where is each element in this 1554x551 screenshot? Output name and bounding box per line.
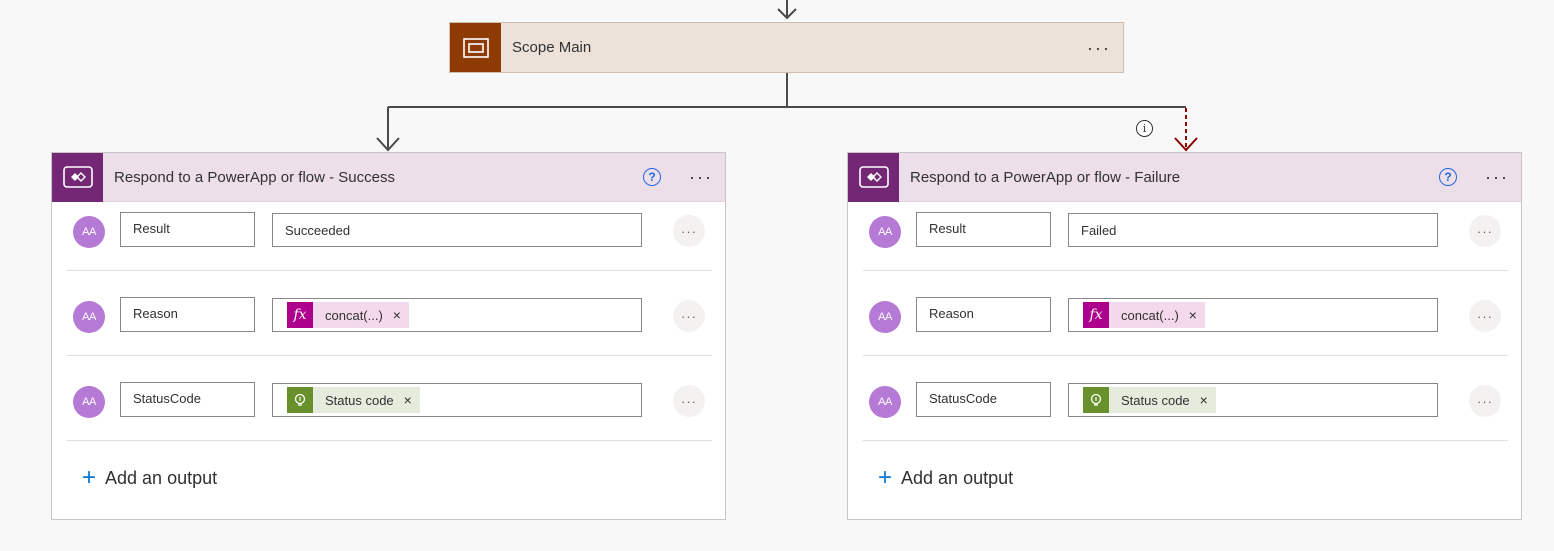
scope-main-card[interactable]: Scope Main ··· <box>449 22 1124 73</box>
text-type-icon: AA <box>869 386 901 418</box>
divider <box>863 355 1508 356</box>
scope-icon <box>450 23 501 72</box>
output-row-result: AA Result Succeeded ··· <box>67 203 712 288</box>
output-key-field[interactable]: StatusCode <box>120 382 255 417</box>
output-key-field[interactable]: StatusCode <box>916 382 1051 417</box>
help-icon[interactable]: ? <box>643 168 662 186</box>
remove-token-icon[interactable]: × <box>393 307 401 323</box>
output-key-field[interactable]: Result <box>120 212 255 247</box>
output-value-field[interactable]: Status code × <box>272 383 642 417</box>
divider <box>67 270 712 271</box>
output-row-result: AA Result Failed ··· <box>863 203 1508 288</box>
output-row-reason: AA Reason fx concat(...) × ··· <box>863 288 1508 373</box>
row-menu-button[interactable]: ··· <box>1469 385 1501 417</box>
divider <box>67 355 712 356</box>
divider <box>67 440 712 441</box>
add-output-label: Add an output <box>105 467 218 488</box>
powerapps-icon <box>52 152 103 202</box>
http-bulb-icon <box>1083 387 1109 413</box>
row-menu-button[interactable]: ··· <box>1469 300 1501 332</box>
output-value-field[interactable]: Status code × <box>1068 383 1438 417</box>
token-label: concat(...) <box>325 307 383 323</box>
respond-failure-card: Respond to a PowerApp or flow - Failure … <box>847 152 1522 520</box>
help-icon[interactable]: ? <box>1439 168 1458 186</box>
scope-title: Scope Main <box>512 39 592 56</box>
output-key-field[interactable]: Result <box>916 212 1051 247</box>
add-output-button[interactable]: + Add an output <box>878 466 1013 490</box>
info-icon[interactable]: i <box>1136 120 1153 137</box>
plus-icon: + <box>878 464 893 491</box>
remove-token-icon[interactable]: × <box>404 392 412 408</box>
card-menu-button[interactable]: ··· <box>677 168 725 186</box>
card-title: Respond to a PowerApp or flow - Success <box>114 168 395 186</box>
scope-menu-button[interactable]: ··· <box>1075 39 1123 57</box>
text-type-icon: AA <box>73 301 105 333</box>
card-header[interactable]: Respond to a PowerApp or flow - Success … <box>52 152 725 202</box>
dynamic-content-token[interactable]: Status code × <box>1083 387 1216 413</box>
divider <box>863 270 1508 271</box>
text-type-icon: AA <box>73 386 105 418</box>
output-key-field[interactable]: Reason <box>916 297 1051 332</box>
remove-token-icon[interactable]: × <box>1200 392 1208 408</box>
respond-success-card: Respond to a PowerApp or flow - Success … <box>51 152 726 520</box>
output-value-field[interactable]: fx concat(...) × <box>272 298 642 332</box>
token-label: concat(...) <box>1121 307 1179 323</box>
output-row-reason: AA Reason fx concat(...) × ··· <box>67 288 712 373</box>
flow-canvas: i Scope Main ··· Respond to a PowerApp o… <box>0 0 1554 551</box>
powerapps-icon <box>848 152 899 202</box>
token-label: Status code <box>325 392 394 408</box>
divider <box>863 440 1508 441</box>
output-value-field[interactable]: Succeeded <box>272 213 642 247</box>
card-menu-button[interactable]: ··· <box>1473 168 1521 186</box>
fx-icon: fx <box>1083 302 1109 328</box>
text-type-icon: AA <box>869 216 901 248</box>
expression-token[interactable]: fx concat(...) × <box>1083 302 1205 328</box>
remove-token-icon[interactable]: × <box>1189 307 1197 323</box>
text-type-icon: AA <box>73 216 105 248</box>
output-key-field[interactable]: Reason <box>120 297 255 332</box>
output-value-field[interactable]: fx concat(...) × <box>1068 298 1438 332</box>
row-menu-button[interactable]: ··· <box>673 215 705 247</box>
token-label: Status code <box>1121 392 1190 408</box>
plus-icon: + <box>82 464 97 491</box>
dynamic-content-token[interactable]: Status code × <box>287 387 420 413</box>
card-header[interactable]: Respond to a PowerApp or flow - Failure … <box>848 152 1521 202</box>
expression-token[interactable]: fx concat(...) × <box>287 302 409 328</box>
fx-icon: fx <box>287 302 313 328</box>
add-output-label: Add an output <box>901 467 1014 488</box>
output-value-field[interactable]: Failed <box>1068 213 1438 247</box>
output-row-statuscode: AA StatusCode Status code × ··· <box>863 373 1508 458</box>
http-bulb-icon <box>287 387 313 413</box>
output-row-statuscode: AA StatusCode Status code × ··· <box>67 373 712 458</box>
text-type-icon: AA <box>869 301 901 333</box>
card-title: Respond to a PowerApp or flow - Failure <box>910 168 1181 186</box>
row-menu-button[interactable]: ··· <box>673 385 705 417</box>
add-output-button[interactable]: + Add an output <box>82 466 217 490</box>
row-menu-button[interactable]: ··· <box>673 300 705 332</box>
row-menu-button[interactable]: ··· <box>1469 215 1501 247</box>
